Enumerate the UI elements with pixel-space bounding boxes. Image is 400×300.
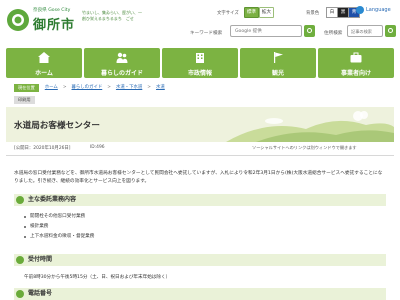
page-title: 水道局お客様センター bbox=[14, 121, 100, 131]
list-item: 上下水道料金の徴収・督促業務 bbox=[24, 232, 94, 242]
breadcrumb: 現在位置 ホーム > 暮らしのガイド > 水道・下水道 > 水道 bbox=[14, 84, 394, 92]
nav-label: ホーム bbox=[35, 70, 53, 77]
people-icon bbox=[116, 52, 128, 63]
list-item: 開閉栓その他窓口受付業務 bbox=[24, 212, 94, 222]
char-size-label: 文字サイズ bbox=[217, 11, 239, 16]
nav-label: 暮らしのガイド bbox=[100, 70, 143, 77]
nav-home[interactable]: ホーム bbox=[6, 48, 82, 78]
nav-business[interactable]: 事業者向け bbox=[318, 48, 394, 78]
nav-label: 事業者向け bbox=[340, 70, 371, 77]
section-title: 主な委託業務内容 bbox=[28, 196, 77, 203]
published-date: [公開日：2020年10月26日] bbox=[14, 146, 71, 151]
section-heading-hours bbox=[14, 254, 386, 266]
language-button[interactable]: Language bbox=[356, 6, 391, 14]
breadcrumb-water[interactable]: 水道 bbox=[156, 84, 165, 92]
hours-text: 午前8時30分から午後5時15分（土、日、祝日および年末年始は除く） bbox=[24, 275, 171, 280]
nav-city-info[interactable]: 市政情報 bbox=[162, 48, 238, 78]
section-title: 受付時間 bbox=[28, 256, 53, 263]
char-size-large-button[interactable]: 拡大 bbox=[259, 7, 274, 18]
address-search-button[interactable] bbox=[385, 25, 396, 37]
keyword-search-input[interactable] bbox=[230, 25, 302, 37]
nav-label: 観光 bbox=[271, 70, 284, 77]
nav-living-guide[interactable]: 暮らしのガイド bbox=[84, 48, 160, 78]
divider bbox=[6, 155, 394, 156]
section-bullet-icon bbox=[16, 196, 24, 204]
city-logo-icon[interactable] bbox=[6, 8, 30, 32]
city-name[interactable]: 御所市 bbox=[33, 14, 75, 33]
print-button[interactable]: 印刷用 bbox=[14, 96, 35, 104]
language-label: Language bbox=[366, 7, 391, 13]
nav-tourism[interactable]: 観光 bbox=[240, 48, 316, 78]
intro-paragraph: 水道局の窓口受付業務などを、御所市水道局お客様センターとして民間会社へ委託してい… bbox=[14, 171, 383, 184]
section-title: 電話番号 bbox=[28, 290, 53, 297]
briefcase-icon bbox=[350, 52, 362, 63]
address-search-label: 住所検索 bbox=[324, 31, 343, 36]
section-heading-phone bbox=[14, 288, 386, 300]
current-location-label: 現在位置 bbox=[14, 84, 39, 92]
breadcrumb-separator: > bbox=[62, 85, 67, 90]
home-icon bbox=[38, 52, 50, 63]
nav-label: 市政情報 bbox=[187, 70, 212, 77]
flag-icon bbox=[274, 52, 283, 63]
breadcrumb-home[interactable]: ホーム bbox=[45, 84, 58, 92]
section-bullet-icon bbox=[16, 256, 24, 264]
tagline: 竹まいし、集ゐらい、歴がい、一創ひ栄えるまちるまち ごせ bbox=[82, 10, 142, 21]
background-color-label: 背景色 bbox=[306, 11, 320, 16]
globe-icon bbox=[356, 6, 364, 14]
breadcrumb-living-guide[interactable]: 暮らしのガイド bbox=[72, 84, 103, 92]
breadcrumb-separator: > bbox=[107, 85, 111, 90]
social-link-note: ソーシャルサイトへのリンクは別ウィンドウで開きます bbox=[252, 145, 357, 150]
keyword-search-label: キーワード検索 bbox=[190, 31, 223, 36]
building-icon bbox=[196, 53, 204, 63]
list-item: 検針業務 bbox=[24, 222, 94, 232]
address-search-input[interactable] bbox=[347, 25, 383, 37]
breadcrumb-separator: > bbox=[147, 85, 151, 90]
services-list: 開閉栓その他窓口受付業務 検針業務 上下水道料金の徴収・督促業務 bbox=[24, 212, 94, 242]
page-id: ID:496 bbox=[90, 145, 105, 150]
char-size-standard-button[interactable]: 標準 bbox=[244, 7, 259, 18]
section-bullet-icon bbox=[16, 290, 24, 298]
keyword-search-button[interactable] bbox=[304, 25, 315, 37]
breadcrumb-water-sewer[interactable]: 水道・下水道 bbox=[116, 84, 142, 92]
prefecture-label: 奈良県 Gose City bbox=[33, 8, 71, 13]
main-navigation: ホーム 暮らしのガイド 市政情報 観光 事業者向け bbox=[6, 48, 394, 78]
